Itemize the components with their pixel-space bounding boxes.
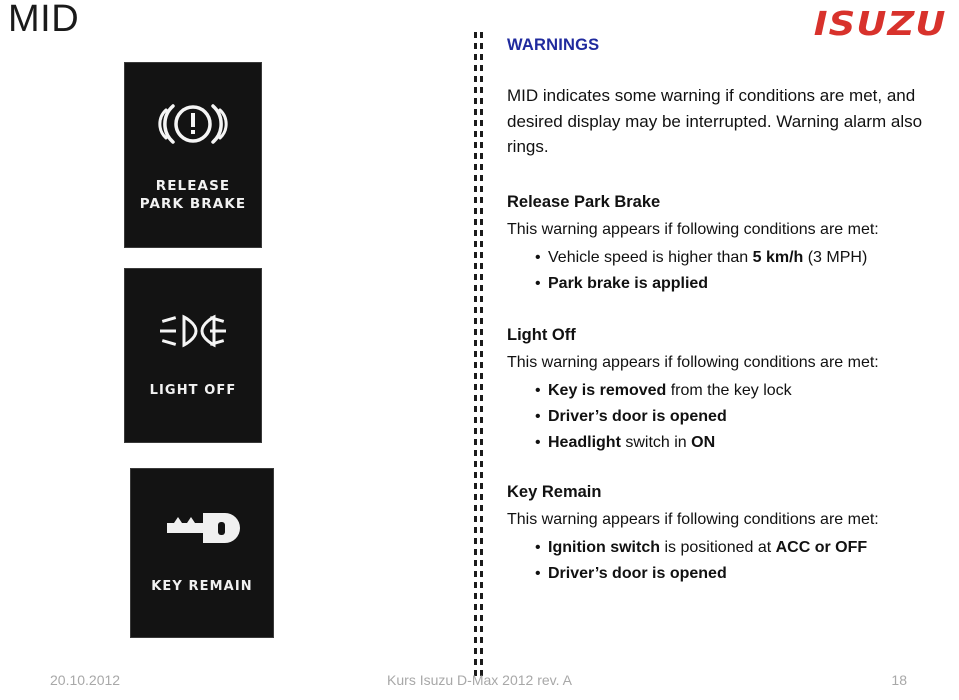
condition-emphasis: ON xyxy=(691,433,716,451)
mid-caption-line-2: PARK BRAKE xyxy=(139,195,247,212)
condition-text: (3 MPH) xyxy=(803,248,868,266)
warning-subline: This warning appears if following condit… xyxy=(507,510,879,528)
content-column: WARNINGS MID indicates some warning if c… xyxy=(507,36,947,587)
warning-block-release-park-brake: Release Park Brake This warning appears … xyxy=(507,190,947,297)
mid-caption-key-remain: KEY REMAIN xyxy=(151,578,253,594)
condition-text: from the key lock xyxy=(666,381,792,399)
condition-emphasis: Headlight xyxy=(548,433,621,451)
condition-item: Vehicle speed is higher than 5 km/h (3 M… xyxy=(507,245,947,271)
condition-text: switch in xyxy=(620,433,692,451)
footer-course-title: Kurs Isuzu D-Max 2012 rev. A xyxy=(387,672,572,688)
condition-emphasis: 5 km/h xyxy=(752,248,804,266)
condition-emphasis: Driver’s door is opened xyxy=(548,564,727,582)
warning-heading: Release Park Brake xyxy=(507,192,661,211)
condition-item: Driver’s door is opened xyxy=(507,561,947,587)
warnings-heading: WARNINGS xyxy=(507,36,600,54)
condition-item: Park brake is applied xyxy=(507,271,947,297)
warning-subline: This warning appears if following condit… xyxy=(507,353,879,371)
mid-screen-key-remain: KEY REMAIN xyxy=(130,468,274,638)
mid-caption-light-off: LIGHT OFF xyxy=(149,383,237,398)
key-icon xyxy=(163,511,241,550)
footer-page-number: 18 xyxy=(891,672,907,688)
condition-list: Vehicle speed is higher than 5 km/h (3 M… xyxy=(507,245,947,297)
warning-subline: This warning appears if following condit… xyxy=(507,220,879,238)
condition-list: Key is removed from the key lock Driver’s… xyxy=(507,378,947,456)
warning-heading: Light Off xyxy=(507,325,576,344)
page-title: MID xyxy=(8,0,80,40)
condition-list: Ignition switch is positioned at ACC or … xyxy=(507,535,947,587)
park-brake-warning-icon xyxy=(157,98,229,155)
vertical-dashed-divider xyxy=(474,32,485,677)
warning-block-key-remain: Key Remain This warning appears if follo… xyxy=(507,480,947,587)
footer: 20.10.2012 Kurs Isuzu D-Max 2012 rev. A … xyxy=(0,672,959,692)
divider-dash-line-right xyxy=(480,32,483,677)
headlight-off-icon xyxy=(154,311,232,356)
condition-item: Key is removed from the key lock xyxy=(507,378,947,404)
warning-block-light-off: Light Off This warning appears if follow… xyxy=(507,323,947,456)
intro-paragraph: MID indicates some warning if conditions… xyxy=(507,86,923,156)
mid-caption-line-1: RELEASE xyxy=(155,177,231,194)
mid-screen-park-brake: RELEASE PARK BRAKE xyxy=(124,62,262,248)
condition-emphasis: Park brake is applied xyxy=(548,274,709,292)
mid-caption-park-brake: RELEASE PARK BRAKE xyxy=(140,177,246,213)
condition-item: Headlight switch in ON xyxy=(507,430,947,456)
condition-text: is positioned at xyxy=(660,538,776,556)
condition-emphasis: ACC or OFF xyxy=(775,538,868,556)
divider-dash-line-left xyxy=(474,32,477,677)
condition-emphasis: Ignition switch xyxy=(548,538,660,556)
warning-heading: Key Remain xyxy=(507,482,602,501)
condition-item: Ignition switch is positioned at ACC or … xyxy=(507,535,947,561)
condition-text: Vehicle speed is higher than xyxy=(548,248,753,266)
condition-emphasis: Key is removed xyxy=(548,381,667,399)
condition-emphasis: Driver’s door is opened xyxy=(548,407,727,425)
mid-screen-light-off: LIGHT OFF xyxy=(124,268,262,443)
condition-item: Driver’s door is opened xyxy=(507,404,947,430)
